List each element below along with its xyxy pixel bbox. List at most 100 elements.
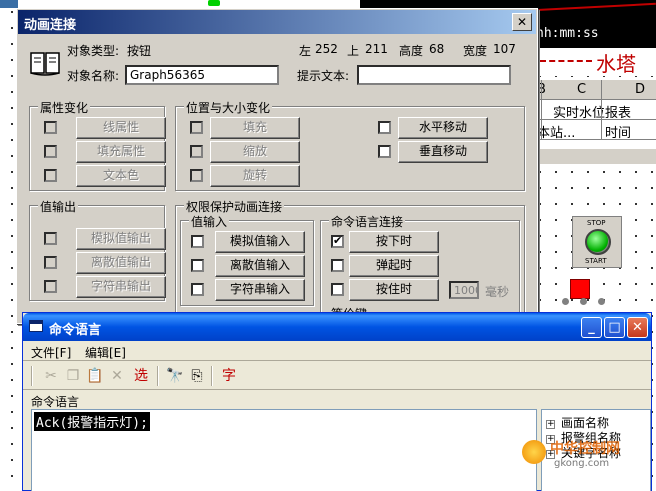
on-release-button[interactable]: 弹起时 [349,255,439,277]
cut-icon[interactable]: ✂ [41,366,61,386]
stop-start-button[interactable]: STOP START [572,216,622,268]
valve-icon [580,298,587,305]
book-icon [30,52,60,76]
discrete-output-checkbox[interactable] [44,256,57,269]
rotate-checkbox[interactable] [190,169,203,182]
dialog-titlebar[interactable]: 动画连接 ✕ [18,10,536,34]
check-mark-icon: ✔ [333,234,343,247]
valve-icon [562,298,569,305]
object-type-label: 对象类型: [67,44,120,58]
fill-attr-checkbox[interactable] [44,145,57,158]
group-title: 值输入 [189,213,230,230]
discrete-output-button[interactable]: 离散值输出 [76,252,166,274]
maximize-button[interactable]: □ [604,317,625,338]
copy-icon[interactable]: ❐ [63,366,83,386]
editor-label: 命令语言 [31,395,80,409]
delete-icon[interactable]: ✕ [107,366,127,386]
replace-icon[interactable]: ⎘ [187,366,207,386]
menu-file[interactable]: 文件[F] [31,344,71,361]
command-line: Ack(报警指示灯); [34,412,150,431]
hold-checkbox[interactable] [331,283,344,296]
string-input-checkbox[interactable] [191,283,204,296]
command-editor[interactable]: Ack(报警指示灯); [31,409,537,491]
object-type-value: 按钮 [127,44,152,58]
width-label: 宽度 [463,44,488,58]
tower-title: 水塔 [540,48,656,76]
analog-input-button[interactable]: 模拟值输入 [215,231,305,253]
ms-unit-label: 毫秒 [485,285,510,299]
vertical-move-checkbox[interactable] [378,145,391,158]
hold-interval-field[interactable]: 1000 [449,281,479,299]
sheet-col-d: D [635,82,646,97]
left-value: 252 [315,42,338,56]
toolbar: ✂ ❐ 📋 ✕ 选 🔭 ⎘ 字 [23,362,651,390]
line-attr-checkbox[interactable] [44,121,57,134]
tower-title-text: 水塔 [596,52,636,76]
toolbar-separator [157,366,159,386]
release-checkbox[interactable] [331,259,344,272]
string-output-checkbox[interactable] [44,280,57,293]
sheet-grid [541,80,542,140]
dialog-title: 动画连接 [24,18,77,33]
close-button[interactable]: ✕ [512,13,532,31]
dialog-title: 命令语言 [49,323,102,338]
on-press-button[interactable]: 按下时 [349,231,439,253]
horizontal-move-button[interactable]: 水平移动 [398,117,488,139]
discrete-input-button[interactable]: 离散值输入 [215,255,305,277]
horizontal-move-checkbox[interactable] [378,121,391,134]
sheet-header-row: B C D [537,80,656,100]
menu-edit[interactable]: 编辑[E] [85,344,126,361]
watermark-url: gkong.com [554,458,610,469]
text-color-button[interactable]: 文本色 [76,165,166,187]
hint-text-field[interactable] [357,65,511,85]
line-attr-button[interactable]: 线属性 [76,117,166,139]
hint-text-label: 提示文本: [297,69,350,83]
fill-button[interactable]: 填充 [210,117,300,139]
dialog-titlebar[interactable]: 命令语言 _ □ ✕ [23,313,651,341]
discrete-input-checkbox[interactable] [191,259,204,272]
time-display: hh:mm:ss [536,26,599,41]
scale-button[interactable]: 缩放 [210,141,300,163]
left-label: 左 [299,44,312,58]
height-value: 68 [429,42,445,56]
group-title: 值输出 [38,198,79,215]
analog-output-checkbox[interactable] [44,232,57,245]
start-label: START [585,257,607,265]
fill-checkbox[interactable] [190,121,203,134]
permission-protection-group: 权限保护动画连接 值输入 模拟值输入 离散值输入 字符串输入 命令语言连接 ✔ … [175,198,525,321]
sheet-col-c: C [577,82,587,97]
font-button[interactable]: 字 [219,366,239,386]
height-label: 高度 [399,44,424,58]
select-button[interactable]: 选 [131,366,151,386]
text-color-checkbox[interactable] [44,169,57,182]
tree-label: 画面名称 [561,416,610,430]
close-button[interactable]: ✕ [627,317,648,338]
string-output-button[interactable]: 字符串输出 [76,276,166,298]
width-value: 107 [493,42,516,56]
value-output-group: 值输出 模拟值输出 离散值输出 字符串输出 [29,198,166,301]
position-size-group: 位置与大小变化 填充 缩放 旋转 水平移动 垂直移动 [175,99,525,191]
paste-icon[interactable]: 📋 [85,366,105,386]
toolbar-separator [211,366,213,386]
string-input-button[interactable]: 字符串输入 [215,279,305,301]
analog-output-button[interactable]: 模拟值输出 [76,228,166,250]
find-icon[interactable]: 🔭 [165,366,185,386]
rotate-button[interactable]: 旋转 [210,165,300,187]
sheet-cell: 实时水位报表 [553,106,632,121]
stop-label: STOP [587,219,606,227]
analog-input-checkbox[interactable] [191,235,204,248]
vertical-move-button[interactable]: 垂直移动 [398,141,488,163]
while-hold-button[interactable]: 按住时 [349,279,439,301]
alarm-lamp [570,279,590,299]
sheet-row: 实时水位报表 [537,100,656,121]
object-name-field[interactable]: Graph56365 [125,65,279,85]
press-checkbox[interactable]: ✔ [331,234,344,248]
scale-checkbox[interactable] [190,145,203,158]
minimize-button[interactable]: _ [581,317,602,338]
animation-dialog: 动画连接 ✕ 对象类型: 按钮 左 252 上 211 高度 68 宽度 107… [16,8,538,324]
green-lamp-icon [585,229,611,255]
attribute-change-group: 属性变化 线属性 填充属性 文本色 [29,99,166,191]
fill-attr-button[interactable]: 填充属性 [76,141,166,163]
sheet-scrollbar[interactable] [536,148,656,164]
window-icon [29,320,43,332]
